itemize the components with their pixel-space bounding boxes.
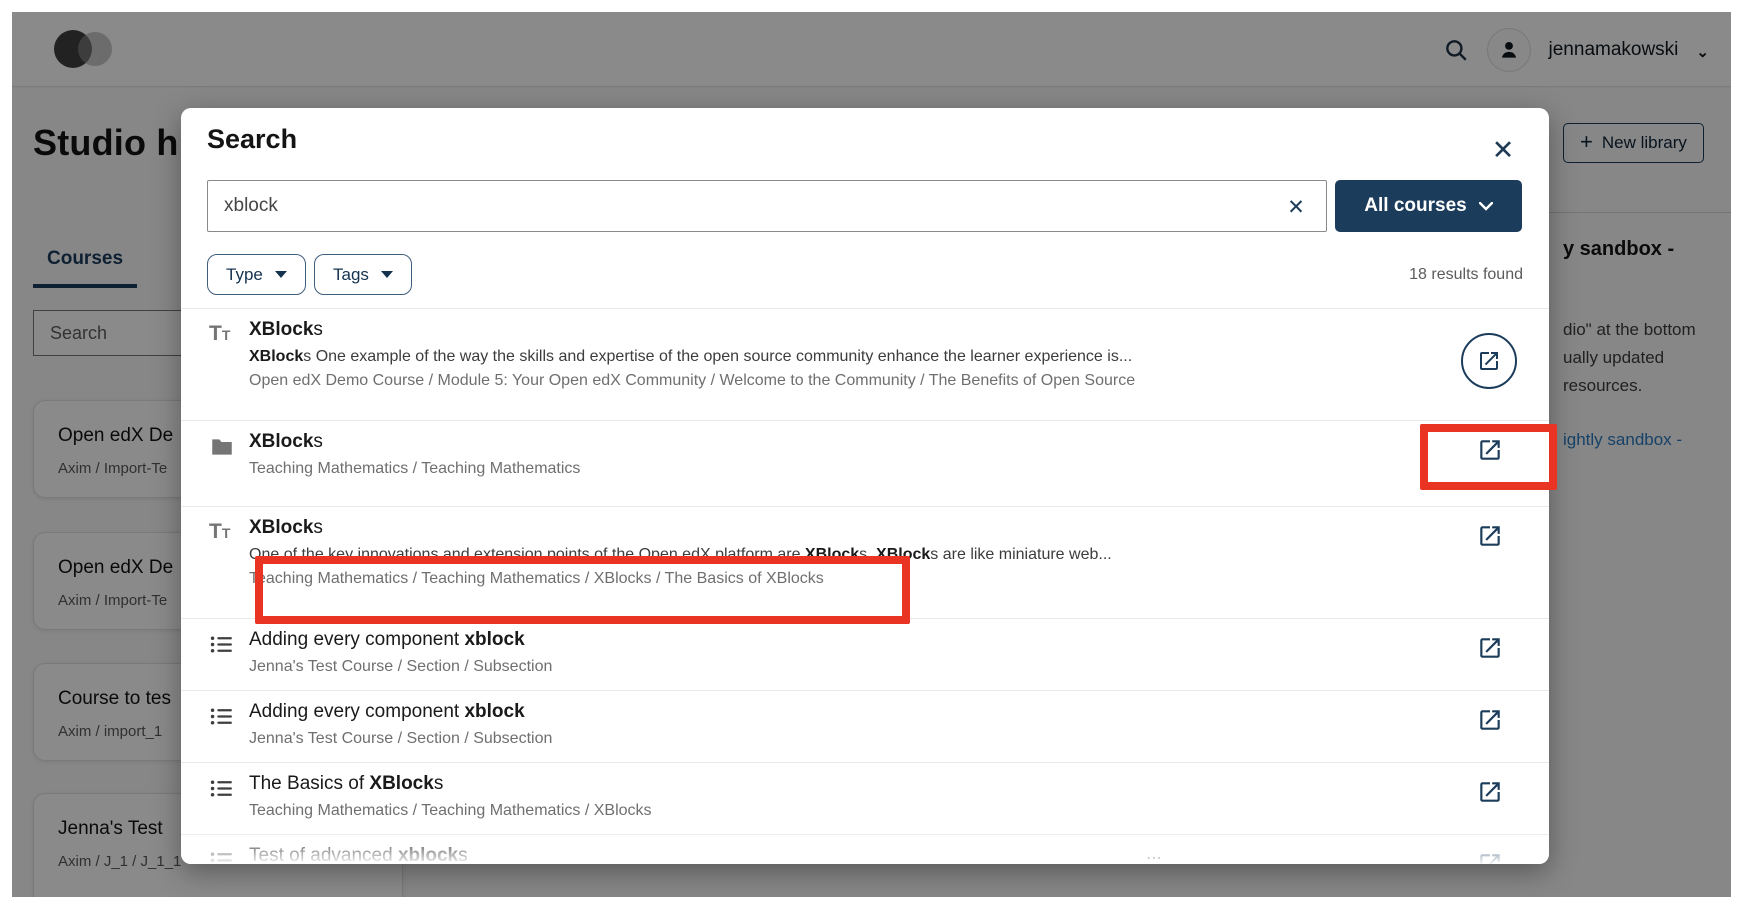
result-title: Adding every component xblock [249, 629, 1419, 651]
dropdown-arrow-icon [275, 271, 287, 278]
open-in-new-icon[interactable] [1477, 851, 1503, 864]
search-modal: Search ✕ ✕ All courses Type Tags 18 resu… [181, 108, 1549, 864]
folder-icon [209, 434, 235, 460]
result-body: XBlocks XBlocks One example of the way th… [249, 319, 1419, 390]
result-body: XBlocks Teaching Mathematics / Teaching M… [249, 431, 1419, 478]
search-result-row[interactable]: XBlocks Teaching Mathematics / Teaching M… [181, 420, 1549, 506]
result-body: The Basics of XBlocks Teaching Mathematic… [249, 773, 1419, 820]
search-result-row[interactable]: Test of advanced xblocks... [181, 834, 1549, 864]
search-result-row[interactable]: Adding every component xblock Jenna's Tes… [181, 618, 1549, 690]
result-body: Adding every component xblock Jenna's Tes… [249, 629, 1419, 676]
result-title: XBlocks [249, 431, 1419, 453]
modal-title: Search [207, 124, 297, 155]
type-filter-label: Type [226, 265, 263, 285]
tags-filter-label: Tags [333, 265, 369, 285]
text-icon: TT [209, 322, 235, 348]
result-title: The Basics of XBlocks [249, 773, 1419, 795]
list-icon [209, 704, 235, 730]
text-icon: TT [209, 520, 235, 546]
all-courses-label: All courses [1364, 195, 1466, 217]
truncated-ellipsis: ... [1146, 843, 1162, 864]
result-breadcrumb: Teaching Mathematics / Teaching Mathemat… [249, 460, 1419, 478]
result-title: Adding every component xblock [249, 701, 1419, 723]
modal-search-input[interactable] [207, 180, 1327, 232]
annotation-rectangle-open-icon [1420, 424, 1557, 490]
all-courses-dropdown[interactable]: All courses [1335, 180, 1522, 232]
list-icon [209, 776, 235, 802]
result-breadcrumb: Teaching Mathematics / Teaching Mathemat… [249, 802, 1419, 820]
result-body: Test of advanced xblocks [249, 845, 1419, 864]
search-result-row[interactable]: TT XBlocks XBlocks One example of the way … [181, 308, 1549, 420]
result-description: XBlocks One example of the way the skill… [249, 348, 1419, 366]
chevron-down-icon [1479, 202, 1493, 211]
result-title: Test of advanced xblocks [249, 845, 1419, 864]
open-in-new-icon[interactable] [1477, 523, 1503, 549]
studio-page: jennamakowski ⌄ Studio h Courses L Open … [12, 12, 1731, 897]
open-in-new-icon[interactable] [1461, 333, 1517, 389]
clear-search-icon[interactable]: ✕ [1281, 192, 1311, 222]
results-count: 18 results found [1409, 266, 1523, 284]
tags-filter-button[interactable]: Tags [314, 254, 412, 295]
result-breadcrumb: Open edX Demo Course / Module 5: Your Op… [249, 372, 1419, 390]
open-in-new-icon[interactable] [1477, 707, 1503, 733]
result-title: XBlocks [249, 517, 1419, 539]
close-icon[interactable]: ✕ [1485, 132, 1521, 168]
open-in-new-icon[interactable] [1477, 635, 1503, 661]
annotation-rectangle-breadcrumb [255, 556, 910, 624]
result-body: Adding every component xblock Jenna's Tes… [249, 701, 1419, 748]
result-breadcrumb: Jenna's Test Course / Section / Subsecti… [249, 730, 1419, 748]
list-icon [209, 848, 235, 864]
list-icon [209, 632, 235, 658]
result-title: XBlocks [249, 319, 1419, 341]
open-in-new-icon[interactable] [1477, 779, 1503, 805]
search-result-row[interactable]: Adding every component xblock Jenna's Tes… [181, 690, 1549, 762]
type-filter-button[interactable]: Type [207, 254, 306, 295]
search-result-row[interactable]: The Basics of XBlocks Teaching Mathematic… [181, 762, 1549, 834]
dropdown-arrow-icon [381, 271, 393, 278]
result-breadcrumb: Jenna's Test Course / Section / Subsecti… [249, 658, 1419, 676]
